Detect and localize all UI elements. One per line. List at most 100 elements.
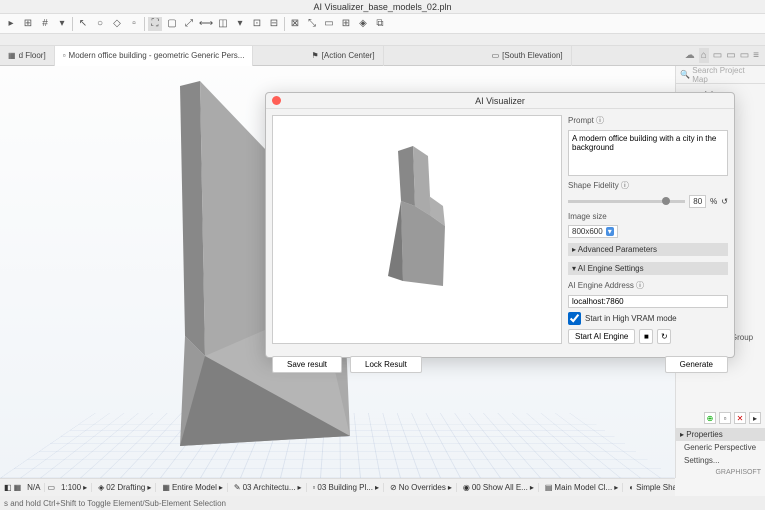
camera-icon[interactable]: ▾ (233, 17, 247, 31)
tab-floor[interactable]: ▦d Floor] (0, 46, 55, 66)
tool-icon[interactable]: ⊡ (250, 17, 264, 31)
size-select[interactable]: 800x600 ▾ (568, 225, 618, 238)
box-icon[interactable]: ▢ (165, 17, 179, 31)
fidelity-value[interactable]: 80 (689, 195, 706, 208)
tab-label: [South Elevation] (502, 51, 562, 60)
search-icon: 🔍 (680, 70, 690, 79)
add-icon[interactable]: ⊕ (704, 412, 716, 424)
tab-perspective[interactable]: ▫Modern office building - geometric Gene… (55, 46, 254, 66)
circle-icon[interactable]: ○ (93, 17, 107, 31)
sb-scale[interactable]: 1:100 ▸ (57, 483, 92, 492)
search-placeholder: Search Project Map (692, 66, 761, 84)
close-icon[interactable] (272, 96, 281, 105)
generate-button[interactable]: Generate (665, 356, 728, 373)
sb-icon[interactable]: ▭ (47, 483, 55, 492)
engine-settings[interactable]: ▾ AI Engine Settings (568, 262, 728, 275)
grid-icon[interactable]: # (38, 17, 52, 31)
advanced-params[interactable]: ▸ Advanced Parameters (568, 243, 728, 256)
fidelity-label: Shape Fidelity ⓘ (568, 180, 728, 191)
tab-elevation[interactable]: ▭[South Elevation] (484, 46, 572, 66)
dialog-titlebar[interactable]: AI Visualizer (266, 93, 734, 109)
fidelity-slider[interactable] (568, 200, 685, 203)
sb-show[interactable]: ◉ 00 Show All E... ▸ (459, 483, 539, 492)
sb-icon[interactable]: ◧ (4, 483, 12, 492)
tabs-right-icons: ☁ ⌂ ▭ ▭ ▭ ≡ (685, 48, 765, 63)
window-icon[interactable]: ▭ (322, 17, 336, 31)
floor-icon: ▦ (8, 51, 16, 60)
arrow-icon[interactable]: ▸ (4, 17, 18, 31)
panel-bottom: ⊕ ▫ ✕ ▸ ▸ Properties Generic Perspective… (676, 408, 765, 478)
dialog-title: AI Visualizer (475, 96, 525, 106)
sb-icon[interactable]: ▦ (14, 483, 22, 492)
copy-icon[interactable]: ▫ (127, 17, 141, 31)
view-link[interactable]: Generic Perspective (676, 441, 765, 454)
sb-model[interactable]: ▦ Entire Model ▸ (158, 483, 228, 492)
new-icon[interactable]: ▫ (719, 412, 731, 424)
save-result-button[interactable]: Save result (272, 356, 342, 373)
tool-icon[interactable]: ⊞ (21, 17, 35, 31)
addr-input[interactable] (568, 295, 728, 308)
properties-header[interactable]: ▸ Properties (676, 428, 765, 441)
stop-button[interactable]: ■ (639, 329, 653, 344)
lock-result-button[interactable]: Lock Result (350, 356, 422, 373)
nav-icon[interactable]: ⛶ (148, 17, 162, 31)
cloud-icon[interactable]: ☁ (685, 50, 695, 61)
vram-label: Start in High VRAM mode (585, 314, 677, 323)
list-icon[interactable]: ≡ (753, 50, 759, 61)
reset-icon[interactable]: ↺ (721, 197, 728, 206)
tab-label: Modern office building - geometric Gener… (69, 51, 245, 60)
tool-icon[interactable]: ⊟ (267, 17, 281, 31)
settings-link[interactable]: Settings... (676, 454, 765, 467)
vram-checkbox-row: Start in High VRAM mode (568, 312, 728, 325)
img-icon[interactable]: ▭ (740, 50, 749, 61)
file-title: AI Visualizer_base_models_02.pln (314, 2, 452, 12)
sb-override[interactable]: ⊘ No Overrides ▸ (386, 483, 457, 492)
tool-icon[interactable]: ⊠ (288, 17, 302, 31)
tool-icon[interactable]: ⤡ (305, 17, 319, 31)
more-icon[interactable]: ▸ (749, 412, 761, 424)
tab-bar: ▦d Floor] ▫Modern office building - geom… (0, 46, 765, 66)
titlebar: AI Visualizer_base_models_02.pln (0, 0, 765, 14)
separator (284, 17, 285, 31)
dialog-body: Prompt ⓘ Shape Fidelity ⓘ 80 % ↺ Image s… (266, 109, 734, 350)
tab-action-center[interactable]: ⚑[Action Center] (303, 46, 383, 66)
img-icon[interactable]: ▭ (713, 50, 722, 61)
addr-label: AI Engine Address ⓘ (568, 280, 728, 291)
tab-label: [Action Center] (322, 51, 375, 60)
cursor-icon[interactable]: ↖ (76, 17, 90, 31)
size-label: Image size (568, 212, 728, 221)
refresh-button[interactable]: ↻ (657, 329, 671, 344)
chevron-icon[interactable]: ▾ (55, 17, 69, 31)
separator (144, 17, 145, 31)
shape-icon[interactable]: ◇ (110, 17, 124, 31)
sb-class[interactable]: ▤ Main Model Cl... ▸ (541, 483, 623, 492)
del-icon[interactable]: ✕ (734, 412, 746, 424)
search-box[interactable]: 🔍 Search Project Map (676, 66, 765, 84)
sb-layer[interactable]: ◈ 02 Drafting ▸ (94, 483, 156, 492)
elev-icon: ▭ (492, 51, 500, 60)
prompt-input[interactable] (568, 130, 728, 176)
dim-icon[interactable]: ⟷ (199, 17, 213, 31)
preview-model (383, 146, 463, 296)
sb-arch[interactable]: ✎ 03 Architectu... ▸ (230, 483, 307, 492)
sb-build[interactable]: ▫ 03 Building Pl... ▸ (309, 483, 384, 492)
fidelity-unit: % (710, 197, 717, 206)
vram-checkbox[interactable] (568, 312, 581, 325)
ai-visualizer-dialog: AI Visualizer Prompt ⓘ Shape Fidelity ⓘ … (265, 92, 735, 358)
copy-icon[interactable]: ⧉ (373, 17, 387, 31)
tool-icon[interactable]: ◈ (356, 17, 370, 31)
arrows-icon[interactable]: ⤢ (182, 17, 196, 31)
home-icon[interactable]: ⌂ (699, 48, 709, 63)
hint-bar: s and hold Ctrl+Shift to Toggle Element/… (0, 496, 765, 510)
panel-buttons: ⊕ ▫ ✕ ▸ (676, 408, 765, 428)
dialog-controls: Prompt ⓘ Shape Fidelity ⓘ 80 % ↺ Image s… (568, 115, 728, 344)
tool-icon[interactable]: ⊞ (339, 17, 353, 31)
cube-icon[interactable]: ◫ (216, 17, 230, 31)
engine-button-row: Start AI Engine ■ ↻ (568, 329, 728, 344)
tab-label: d Floor] (19, 51, 46, 60)
sb-na[interactable]: N/A (23, 483, 45, 492)
sb-shade[interactable]: ◐ Simple Shading ▸ (625, 483, 675, 492)
start-engine-button[interactable]: Start AI Engine (568, 329, 635, 344)
img-icon[interactable]: ▭ (726, 50, 735, 61)
hint-text: s and hold Ctrl+Shift to Toggle Element/… (4, 499, 226, 508)
